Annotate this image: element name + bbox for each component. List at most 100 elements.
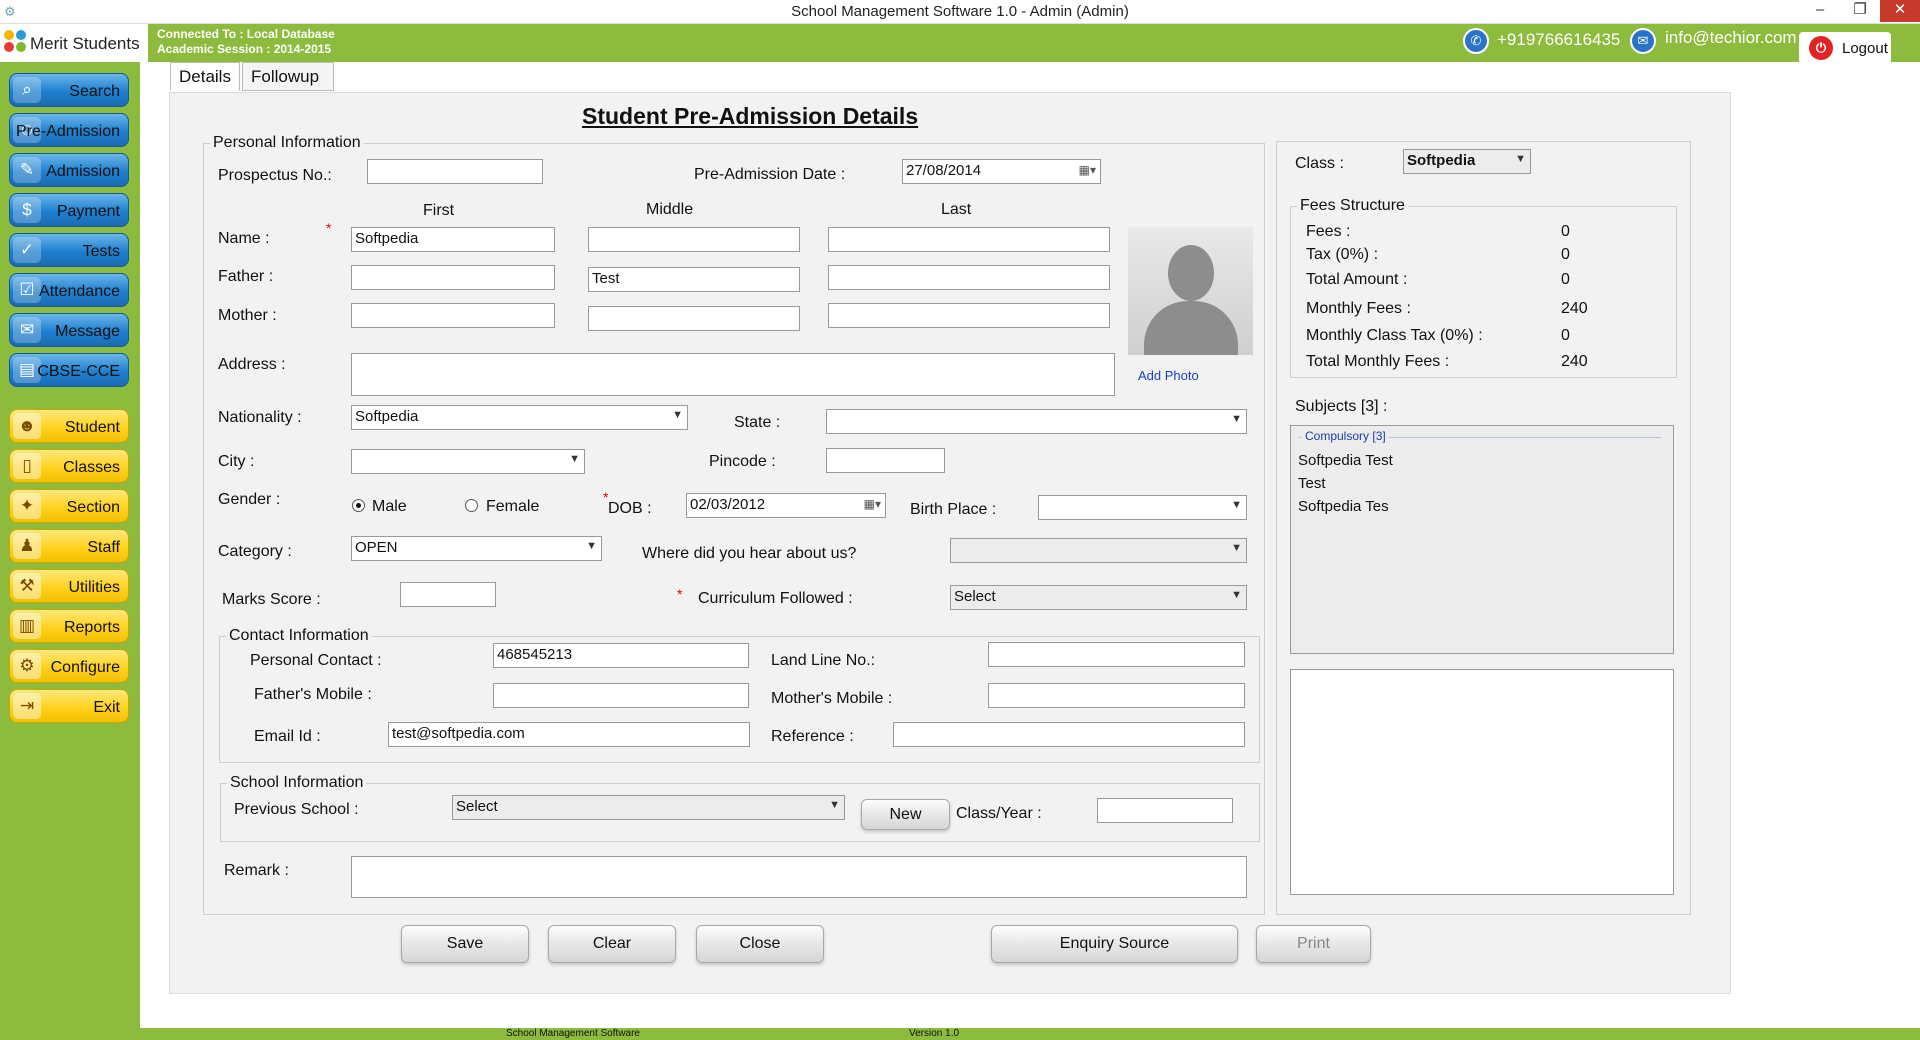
address-input[interactable] [351, 353, 1115, 396]
bar-chart-icon: ▥ [13, 613, 41, 639]
sidebar-item-exit[interactable]: ⇥ Exit [9, 689, 129, 723]
sidebar-item-section[interactable]: ✦ Section [9, 489, 129, 523]
nationality-label: Nationality : [218, 409, 302, 426]
father-mobile-input[interactable] [493, 683, 749, 708]
fee-value: 240 [1561, 353, 1588, 370]
previous-school-select[interactable]: Select ▼ [452, 795, 845, 820]
mother-middle-input[interactable] [588, 306, 800, 331]
sidebar-item-label: Student [64, 419, 120, 436]
sidebar-item-configure[interactable]: ⚙ Configure [9, 649, 129, 683]
sidebar-item-classes[interactable]: ▯ Classes [9, 449, 129, 483]
gender-female-label: Female [486, 498, 540, 515]
sidebar-item-reports[interactable]: ▥ Reports [9, 609, 129, 643]
sidebar-item-label: Configure [50, 659, 120, 676]
state-select[interactable]: ▼ [826, 409, 1247, 434]
name-first-input[interactable]: Softpedia [351, 227, 555, 252]
sidebar-item-staff[interactable]: ♟ Staff [9, 529, 129, 563]
birth-place-select[interactable]: ▼ [1038, 495, 1247, 520]
close-window-button[interactable]: ✕ [1880, 0, 1920, 22]
mother-label: Mother : [218, 307, 277, 324]
city-select[interactable]: ▼ [351, 449, 585, 474]
add-photo-link[interactable]: Add Photo [1138, 368, 1199, 383]
gender-male-radio[interactable] [352, 499, 365, 512]
window-titlebar: ⚙ School Management Software 1.0 - Admin… [0, 0, 1920, 24]
clear-button[interactable]: Clear [548, 925, 676, 963]
fee-label: Fees : [1306, 223, 1351, 240]
details-list-box[interactable] [1290, 669, 1674, 895]
email-input[interactable]: test@softpedia.com [388, 722, 750, 747]
column-middle-label: Middle [646, 201, 694, 218]
subject-item[interactable]: Softpedia Test [1298, 452, 1393, 469]
tab-details[interactable]: Details [170, 62, 240, 91]
avatar-head-icon [1168, 245, 1214, 301]
student-photo-placeholder[interactable] [1128, 227, 1253, 355]
enquiry-source-button[interactable]: Enquiry Source [991, 925, 1238, 963]
category-select[interactable]: OPEN ▼ [351, 536, 602, 561]
name-middle-input[interactable] [588, 227, 800, 252]
preadmission-date-picker[interactable]: 27/08/2014 ▦▾ [902, 159, 1101, 184]
pincode-input[interactable] [826, 448, 945, 473]
compulsory-legend: Compulsory [3] [1302, 429, 1389, 443]
section-icon: ✦ [13, 493, 41, 519]
sidebar-item-attendance[interactable]: ☑ Attendance [9, 273, 129, 307]
print-button[interactable]: Print [1256, 925, 1371, 963]
column-last-label: Last [941, 201, 972, 218]
nationality-select[interactable]: Softpedia ▼ [351, 405, 688, 430]
mother-mobile-input[interactable] [988, 683, 1245, 708]
father-first-input[interactable] [351, 265, 555, 290]
name-last-input[interactable] [828, 227, 1110, 252]
save-button[interactable]: Save [401, 925, 529, 963]
dob-date-picker[interactable]: 02/03/2012 ▦▾ [686, 493, 886, 518]
father-middle-input[interactable]: Test [588, 267, 800, 292]
sidebar-item-cbse-cce[interactable]: ▤ CBSE-CCE [9, 353, 129, 387]
sidebar-item-message[interactable]: ✉ Message [9, 313, 129, 347]
subject-item[interactable]: Test [1298, 475, 1326, 492]
calendar-icon[interactable]: ▦▾ [1079, 163, 1096, 177]
landline-input[interactable] [988, 642, 1245, 667]
calendar-icon[interactable]: ▦▾ [864, 497, 881, 511]
selected-value: Softpedia [1407, 152, 1476, 169]
logout-button[interactable]: ⏻ Logout [1799, 32, 1891, 64]
sidebar-item-label: Search [69, 83, 120, 100]
reference-input[interactable] [893, 722, 1245, 747]
birth-place-label: Birth Place : [910, 501, 997, 518]
students-icon: ☻ [13, 413, 41, 439]
sidebar-item-label: Pre-Admission [15, 123, 120, 140]
sidebar-item-tests[interactable]: ✓ Tests [9, 233, 129, 267]
hear-about-select[interactable]: ▼ [950, 538, 1247, 563]
reference-label: Reference : [771, 728, 854, 745]
sidebar-item-student[interactable]: ☻ Student [9, 409, 129, 443]
mother-first-input[interactable] [351, 303, 555, 328]
personal-contact-input[interactable]: 468545213 [493, 643, 749, 668]
curriculum-select[interactable]: Select ▼ [950, 585, 1247, 610]
prospectus-input[interactable] [367, 159, 543, 184]
sidebar-item-search[interactable]: ⌕ Search [9, 73, 129, 107]
chevron-down-icon: ▼ [1231, 589, 1242, 601]
subject-item[interactable]: Softpedia Tes [1298, 498, 1389, 515]
tab-followup[interactable]: Followup [242, 62, 334, 91]
category-label: Category : [218, 543, 292, 560]
mother-last-input[interactable] [828, 303, 1110, 328]
class-year-input[interactable] [1097, 798, 1233, 823]
sidebar-item-payment[interactable]: $ Payment [9, 193, 129, 227]
father-last-input[interactable] [828, 265, 1110, 290]
sidebar-item-pre-admission[interactable]: ☺ Pre-Admission [9, 113, 129, 147]
marks-score-input[interactable] [400, 582, 496, 607]
new-school-button[interactable]: New [861, 799, 950, 830]
close-button[interactable]: Close [696, 925, 824, 963]
toolbox-icon: ⚒ [13, 573, 41, 599]
class-select[interactable]: Softpedia ▼ [1403, 149, 1531, 174]
remark-label: Remark : [224, 862, 289, 879]
subjects-label: Subjects [3] : [1295, 398, 1388, 415]
landline-label: Land Line No.: [771, 652, 876, 669]
date-value: 27/08/2014 [906, 162, 982, 179]
chevron-down-icon: ▼ [586, 540, 597, 552]
exit-icon: ⇥ [13, 693, 41, 719]
sidebar-item-admission[interactable]: ✎ Admission [9, 153, 129, 187]
minimize-button[interactable]: – [1800, 0, 1840, 22]
sidebar-item-utilities[interactable]: ⚒ Utilities [9, 569, 129, 603]
father-label: Father : [218, 268, 274, 285]
gender-female-radio[interactable] [465, 499, 478, 512]
maximize-button[interactable]: ❐ [1840, 0, 1880, 22]
remark-input[interactable] [351, 856, 1247, 898]
